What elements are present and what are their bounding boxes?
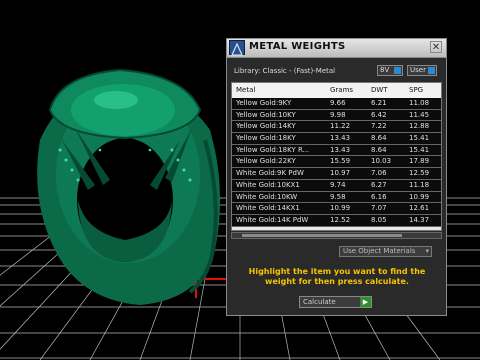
cell-grams: 10.97: [330, 169, 351, 178]
cell-metal: Yellow Gold:18KY: [236, 134, 296, 143]
table-row[interactable]: White Gold:10KW 9.58 6.16 10.99: [232, 191, 441, 204]
cell-spg: 17.89: [409, 157, 430, 166]
cell-spg: 15.41: [409, 145, 430, 154]
metal-table[interactable]: Metal Grams DWT SPG Yellow Gold:9KY 9.66…: [231, 82, 442, 231]
cell-grams: 10.99: [330, 204, 351, 213]
cell-metal: White Gold:10KW: [236, 192, 298, 201]
cell-spg: 14.37: [409, 215, 430, 224]
dialog-title: METAL WEIGHTS: [249, 41, 346, 52]
app-logo-icon: [229, 40, 245, 56]
cell-spg: 11.45: [409, 110, 430, 119]
metal-weights-dialog: METAL WEIGHTS ✕ Library: Classic - (Fast…: [226, 38, 447, 316]
table-row[interactable]: Yellow Gold:10KY 9.98 6.42 11.45: [232, 109, 441, 122]
table-horizontal-scrollbar[interactable]: [231, 232, 442, 239]
col-grams[interactable]: Grams: [330, 86, 353, 94]
cell-spg: 10.99: [409, 192, 430, 201]
cell-metal: Yellow Gold:14KY: [236, 122, 296, 131]
table-body: Yellow Gold:9KY 9.66 6.21 11.08 Yellow G…: [232, 98, 441, 227]
cell-dwt: 7.22: [371, 122, 387, 131]
cell-grams: 9.74: [330, 180, 346, 189]
cell-spg: 11.08: [409, 99, 430, 107]
table-row[interactable]: White Gold:9K PdW 10.97 7.06 12.59: [232, 168, 441, 180]
scrollbar-thumb[interactable]: [242, 234, 402, 237]
cell-grams: 9.58: [330, 192, 346, 201]
cell-spg: 15.41: [409, 134, 430, 143]
instruction-text: Highlight the item you want to find the …: [248, 267, 426, 286]
cell-grams: 9.66: [330, 99, 346, 107]
cell-grams: 13.43: [330, 145, 351, 154]
library-label: Library: Classic - (Fast)-Metal: [234, 67, 336, 75]
col-metal[interactable]: Metal: [236, 86, 255, 94]
cell-metal: White Gold:9K PdW: [236, 169, 304, 178]
table-row[interactable]: Yellow Gold:14KY 11.22 7.22 12.88: [232, 121, 441, 134]
table-row[interactable]: Yellow Gold:22KY 15.59 10.03 17.89: [232, 156, 441, 169]
cell-metal: Yellow Gold:22KY: [236, 157, 296, 166]
toggle-user[interactable]: User: [407, 65, 437, 76]
cell-spg: 12.88: [409, 122, 430, 131]
cell-dwt: 7.06: [371, 169, 387, 178]
table-row[interactable]: Yellow Gold:18KY 13.43 8.64 15.41: [232, 133, 441, 145]
cell-grams: 12.52: [330, 215, 351, 224]
cell-spg: 12.61: [409, 204, 430, 213]
toggle-8v-label: 8V: [380, 66, 390, 74]
cell-dwt: 6.27: [371, 180, 387, 189]
cell-grams: 13.43: [330, 134, 351, 143]
dialog-titlebar[interactable]: METAL WEIGHTS ✕: [227, 39, 446, 58]
cell-metal: White Gold:14KX1: [236, 204, 300, 213]
col-spg[interactable]: SPG: [409, 86, 423, 94]
calculate-dropdown[interactable]: Calculate ▶: [299, 296, 372, 308]
toggle-8v[interactable]: 8V: [377, 65, 403, 76]
cell-dwt: 10.03: [371, 157, 392, 166]
close-icon[interactable]: ✕: [430, 41, 442, 53]
cell-dwt: 6.21: [371, 99, 387, 107]
cell-metal: Yellow Gold:18KY R...: [236, 145, 310, 154]
cell-grams: 15.59: [330, 157, 351, 166]
cell-dwt: 8.64: [371, 145, 387, 154]
table-header: Metal Grams DWT SPG: [232, 83, 441, 99]
use-object-materials-label: Use Object Materials: [343, 247, 416, 255]
table-row[interactable]: Yellow Gold:9KY 9.66 6.21 11.08: [232, 98, 441, 110]
cell-dwt: 8.05: [371, 215, 387, 224]
ring-model: [37, 68, 221, 305]
cell-dwt: 7.07: [371, 204, 387, 213]
use-object-materials-dropdown[interactable]: Use Object Materials ▾: [339, 246, 432, 257]
cell-grams: 11.22: [330, 122, 351, 131]
toggle-user-checkbox[interactable]: [428, 67, 435, 74]
cell-dwt: 6.42: [371, 110, 387, 119]
calculate-label: Calculate: [303, 298, 336, 306]
cell-spg: 11.18: [409, 180, 430, 189]
table-row[interactable]: White Gold:14K PdW 12.52 8.05 14.37: [232, 214, 441, 227]
table-row[interactable]: White Gold:14KX1 10.99 7.07 12.61: [232, 203, 441, 215]
cell-metal: Yellow Gold:10KY: [236, 110, 296, 119]
table-row[interactable]: White Gold:10KX1 9.74 6.27 11.18: [232, 179, 441, 192]
play-icon[interactable]: ▶: [360, 297, 371, 307]
toggle-user-label: User: [410, 66, 426, 74]
table-row[interactable]: Yellow Gold:18KY R... 13.43 8.64 15.41: [232, 144, 441, 157]
cell-metal: White Gold:14K PdW: [236, 215, 309, 224]
cell-grams: 9.98: [330, 110, 346, 119]
cell-spg: 12.59: [409, 169, 430, 178]
cell-dwt: 6.16: [371, 192, 387, 201]
col-dwt[interactable]: DWT: [371, 86, 388, 94]
toggle-8v-checkbox[interactable]: [394, 67, 401, 74]
cell-metal: Yellow Gold:9KY: [236, 99, 292, 107]
dropdown-arrow-icon: ▾: [425, 247, 429, 255]
cell-metal: White Gold:10KX1: [236, 180, 300, 189]
cell-dwt: 8.64: [371, 134, 387, 143]
